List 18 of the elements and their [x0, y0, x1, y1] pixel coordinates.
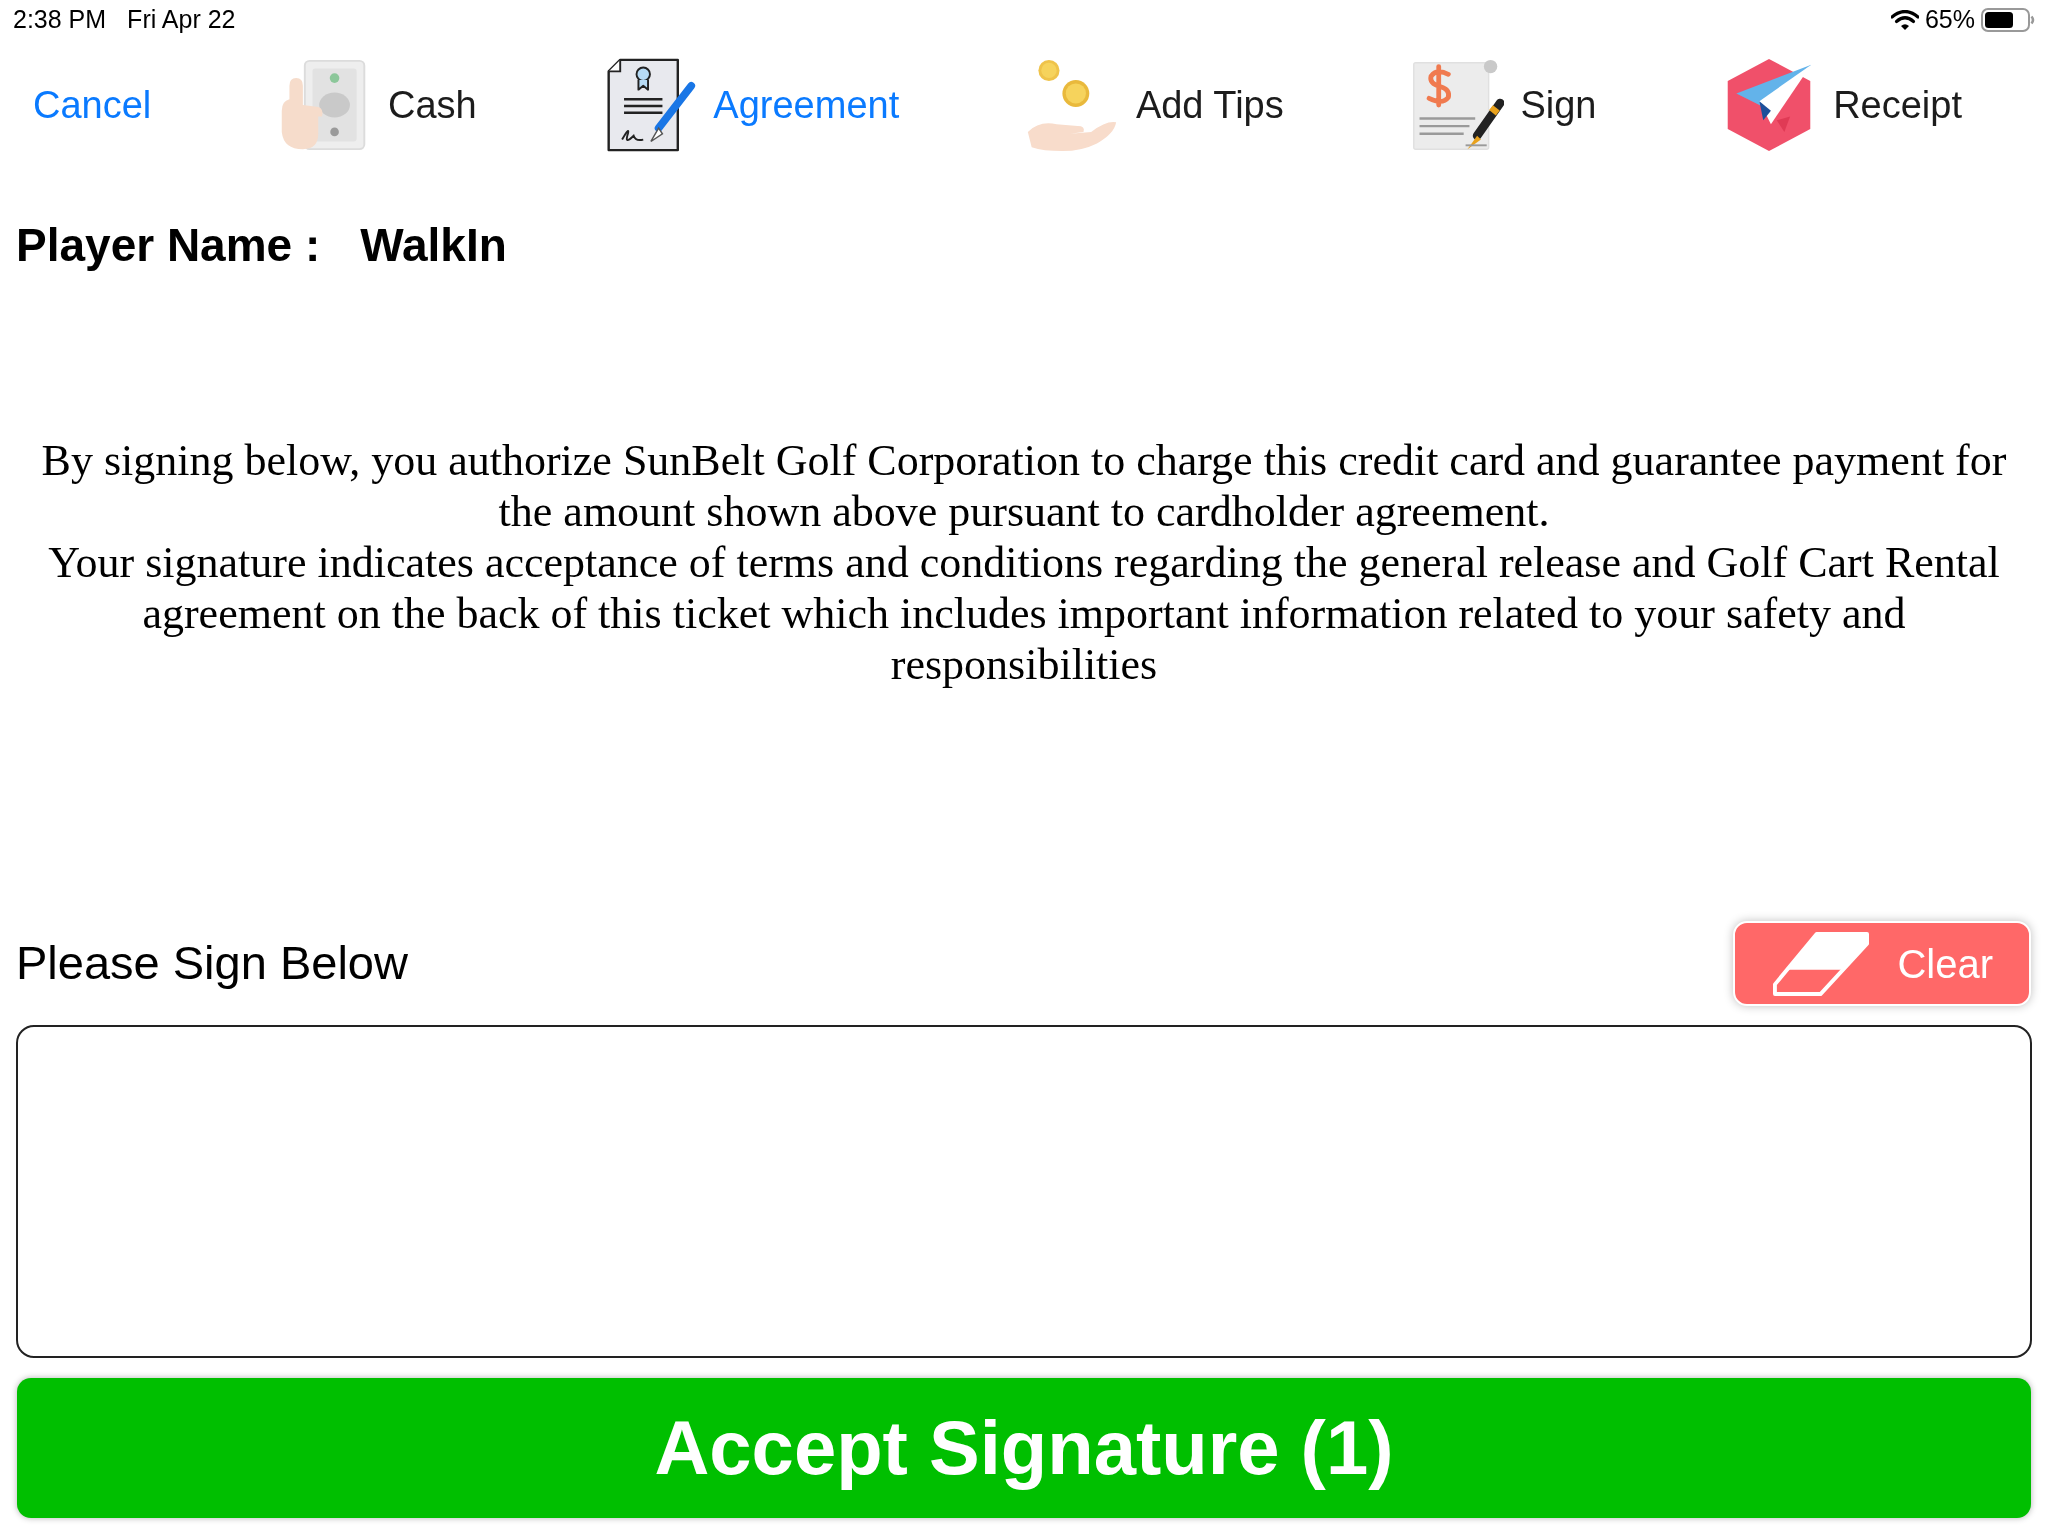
- battery-percent: 65%: [1924, 4, 1975, 36]
- step-tab[interactable]: Cash: [275, 57, 477, 153]
- eraser-icon: [1771, 931, 1871, 996]
- wifi-icon: [1890, 10, 1919, 30]
- step-tab[interactable]: Agreement: [601, 57, 900, 153]
- step-tab[interactable]: Receipt: [1721, 57, 1962, 153]
- signature-pad[interactable]: [16, 1025, 2032, 1358]
- battery-icon: [1981, 8, 2035, 32]
- step-tab[interactable]: Sign: [1408, 57, 1597, 153]
- agreement-paragraph: Your signature indicates acceptance of terms and conditions regarding the general release and Golf Cart Rental agreement on the back of this ticket which includes important information related to your safety and responsibilities: [47, 537, 2001, 690]
- status-time: 2:38 PM: [13, 4, 107, 36]
- step-tab[interactable]: Add Tips: [1023, 57, 1284, 153]
- player-name-label: Player Name :: [16, 217, 321, 273]
- player-name-value: WalkIn: [360, 217, 507, 273]
- sign-prompt: Please Sign Below: [16, 935, 408, 992]
- cancel-button[interactable]: Cancel: [33, 76, 152, 134]
- status-date: Fri Apr 22: [127, 4, 236, 36]
- agreement-paragraph: By signing below, you authorize SunBelt Golf Corporation to charge this credit card and guarantee payment for the amount shown above pursuant to cardholder agreement.: [40, 435, 2008, 537]
